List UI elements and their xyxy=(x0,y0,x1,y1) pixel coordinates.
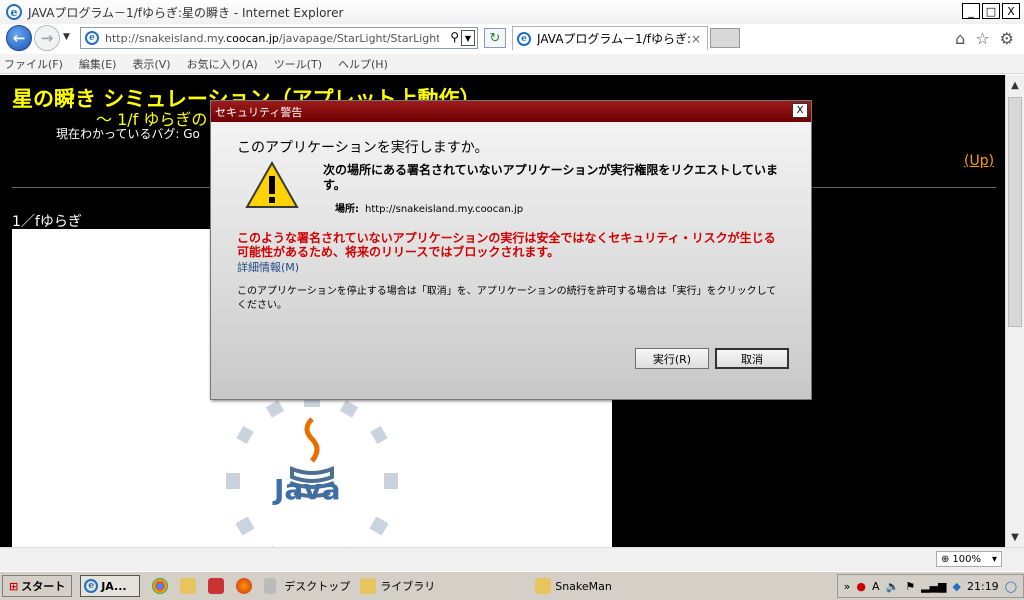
refresh-icon[interactable]: ↻ xyxy=(484,28,506,48)
url-prefix: http://snakeisland.my. xyxy=(105,31,227,45)
zoom-level: 100% xyxy=(952,553,981,565)
media-icon[interactable] xyxy=(208,578,225,594)
more-info-link[interactable]: 詳細情報(M) xyxy=(237,259,299,275)
start-label: スタート xyxy=(21,580,66,593)
cancel-button[interactable]: 取消 xyxy=(715,348,789,369)
close-window-button[interactable]: X xyxy=(1002,3,1020,19)
menu-tools[interactable]: ツール(T) xyxy=(274,56,322,72)
dialog-location: 場所: http://snakeisland.my.coocan.jp xyxy=(335,200,523,215)
window-controls: _ □ X xyxy=(962,3,1020,19)
scroll-down-icon[interactable]: ▼ xyxy=(1006,529,1024,545)
status-bar: ⊕ 100% ▾ xyxy=(0,547,1024,571)
url-domain: coocan.jp xyxy=(226,31,279,45)
favorites-star-icon[interactable]: ☆ xyxy=(975,29,989,48)
navigation-bar: ← → ▼ e http://snakeisland.my.coocan.jp/… xyxy=(0,24,1024,54)
system-tray: » ● A 🔈 ⚑ ▂▄▆ ◆ 21:19 ◯ xyxy=(836,574,1024,598)
browser-tools: ⌂ ☆ ⚙ xyxy=(955,29,1014,48)
section-label: 1／fゆらぎ xyxy=(12,214,82,230)
snakeman-folder-icon xyxy=(535,578,552,594)
zoom-control[interactable]: ⊕ 100% ▾ xyxy=(936,551,1002,567)
home-icon[interactable]: ⌂ xyxy=(955,29,965,48)
start-button[interactable]: ⊞ スタート xyxy=(2,575,73,597)
vertical-scrollbar[interactable]: ▲ ▼ xyxy=(1005,75,1024,547)
menu-file[interactable]: ファイル(F) xyxy=(4,56,63,72)
flag-icon[interactable]: ⚑ xyxy=(905,580,915,593)
url-suffix: /javapage/StarLight/StarLightApp xyxy=(278,31,439,45)
forward-button[interactable]: → xyxy=(34,25,60,51)
menu-bar: ファイル(F) 編集(E) 表示(V) お気に入り(A) ツール(T) ヘルプ(… xyxy=(0,54,1024,74)
address-dropdown-icon[interactable]: ▼ xyxy=(461,30,475,46)
location-label: 場所: xyxy=(335,204,359,215)
ime-icon[interactable]: A xyxy=(872,580,880,593)
address-bar[interactable]: e http://snakeisland.my.coocan.jp/javapa… xyxy=(80,27,478,49)
window-titlebar: e JAVAプログラム－1/fゆらぎ:星の瞬き - Internet Explo… xyxy=(0,0,1024,24)
up-link[interactable]: (Up) xyxy=(964,153,994,169)
java-loading-spinner xyxy=(226,395,398,547)
antivirus-icon[interactable]: ● xyxy=(856,580,866,593)
minimize-button[interactable]: _ xyxy=(962,3,980,19)
volume-icon[interactable]: 🔈 xyxy=(886,580,900,593)
firefox-icon[interactable] xyxy=(236,578,253,594)
snakeman-task[interactable]: SnakeMan xyxy=(555,580,612,593)
location-value: http://snakeisland.my.coocan.jp xyxy=(365,204,524,215)
ie-logo-icon: e xyxy=(6,4,22,20)
warning-icon xyxy=(245,161,299,208)
gear-icon[interactable]: ⚙ xyxy=(1000,29,1014,48)
search-icon[interactable]: ⚲ xyxy=(450,30,459,44)
menu-edit[interactable]: 編集(E) xyxy=(79,56,117,72)
tab-current[interactable]: e JAVAプログラム－1/fゆらぎ:... × xyxy=(512,26,708,50)
tab-favicon-icon: e xyxy=(517,31,531,46)
security-warning-dialog: セキュリティ警告 X このアプリケーションを実行しますか。 次の場所にある署名さ… xyxy=(210,100,812,400)
taskbar-ie-button[interactable]: e JA... xyxy=(80,575,141,597)
desktop-toolbar[interactable]: デスクトップ xyxy=(284,578,350,594)
ie-taskbar-icon: e xyxy=(84,579,99,593)
taskbar: ⊞ スタート e JA... デスクトップ ライブラリ SnakeMan » ●… xyxy=(0,571,1024,600)
java-logo-text: Java xyxy=(274,473,341,506)
windows-logo-icon: ⊞ xyxy=(9,579,19,593)
dialog-instruction: このアプリケーションを停止する場合は「取消」を、アプリケーションの続行を許可する… xyxy=(237,286,777,311)
history-dropdown-icon[interactable]: ▼ xyxy=(63,32,70,42)
maximize-button[interactable]: □ xyxy=(982,3,1000,19)
dropbox-icon[interactable]: ◆ xyxy=(953,580,961,593)
globe-icon[interactable]: ◯ xyxy=(1005,580,1017,593)
tray-expand-icon[interactable]: » xyxy=(844,580,851,593)
known-bugs-text: 現在わかっているバグ: Go xyxy=(56,127,200,141)
run-button[interactable]: 実行(R) xyxy=(635,348,709,369)
menu-favorites[interactable]: お気に入り(A) xyxy=(187,56,258,72)
dialog-risk-warning: このような署名されていないアプリケーションの実行は安全ではなくセキュリティ・リス… xyxy=(237,231,776,259)
dialog-close-button[interactable]: X xyxy=(792,103,808,118)
library-folder-icon xyxy=(360,578,377,594)
library-toolbar[interactable]: ライブラリ xyxy=(380,578,435,594)
menu-view[interactable]: 表示(V) xyxy=(132,56,170,72)
folder-icon[interactable] xyxy=(180,578,197,594)
zoom-icon: ⊕ xyxy=(941,553,950,565)
scroll-thumb[interactable] xyxy=(1008,97,1022,327)
dialog-title: セキュリティ警告 xyxy=(215,105,303,119)
page-favicon-icon: e xyxy=(85,31,99,45)
tab-title: JAVAプログラム－1/fゆらぎ:... xyxy=(537,32,691,46)
window-title: JAVAプログラム－1/fゆらぎ:星の瞬き - Internet Explore… xyxy=(28,5,344,20)
menu-help[interactable]: ヘルプ(H) xyxy=(338,56,388,72)
clock[interactable]: 21:19 xyxy=(967,580,999,593)
back-button[interactable]: ← xyxy=(6,25,32,51)
network-icon[interactable]: ▂▄▆ xyxy=(921,580,946,593)
tab-close-icon[interactable]: × xyxy=(691,32,701,46)
dialog-request-text: 次の場所にある署名されていないアプリケーションが実行権限をリクエストしています。 xyxy=(323,163,779,192)
address-url[interactable]: http://snakeisland.my.coocan.jp/javapage… xyxy=(105,32,439,45)
chrome-icon[interactable] xyxy=(152,578,169,594)
new-tab-button[interactable] xyxy=(710,28,740,48)
zoom-dropdown-icon: ▾ xyxy=(991,553,997,565)
toolbar-scroll-icon[interactable] xyxy=(264,578,277,594)
taskbar-ie-label: JA... xyxy=(101,579,127,593)
dialog-titlebar: セキュリティ警告 X xyxy=(211,101,811,122)
dialog-heading: このアプリケーションを実行しますか。 xyxy=(237,140,489,156)
scroll-up-icon[interactable]: ▲ xyxy=(1006,77,1024,93)
